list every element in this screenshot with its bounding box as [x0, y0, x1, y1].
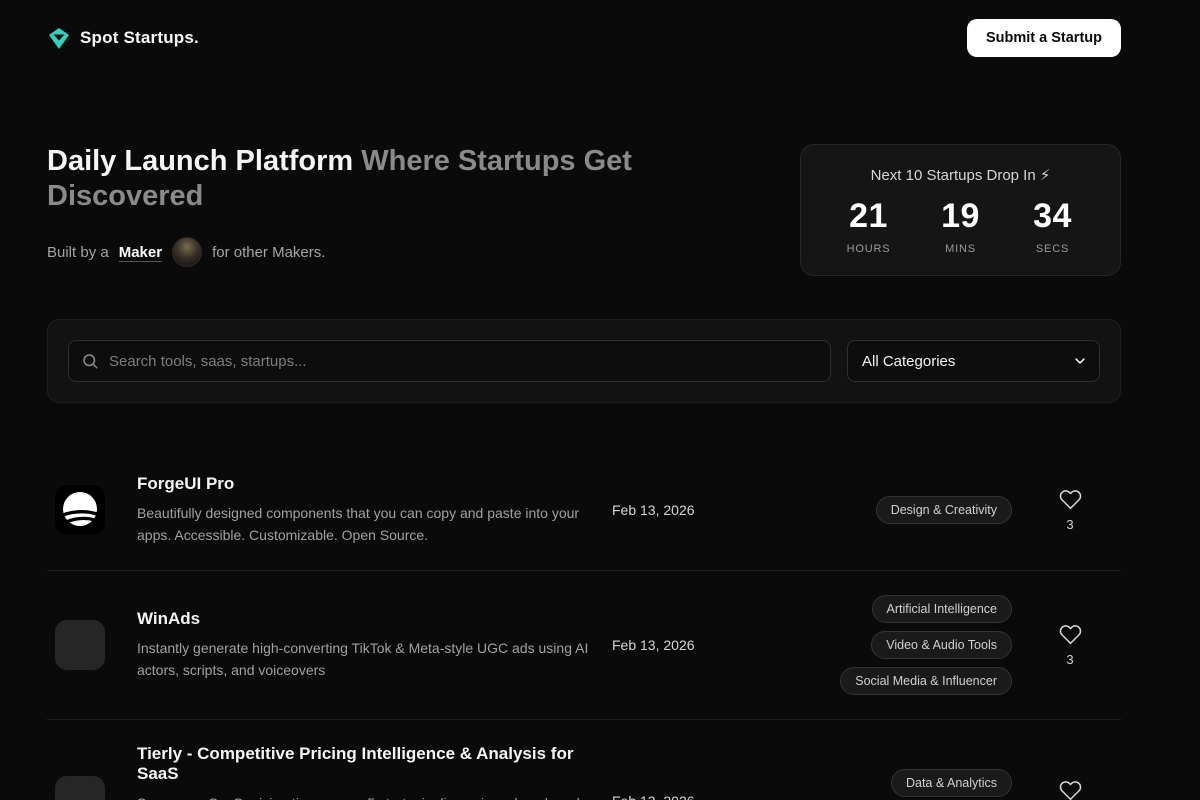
startup-text: Tierly - Competitive Pricing Intelligenc…	[137, 744, 592, 800]
hero-section: Daily Launch Platform Where Startups Get…	[47, 144, 1121, 276]
heart-icon	[1059, 488, 1082, 514]
tag-social-media-influencer[interactable]: Social Media & Influencer	[840, 667, 1012, 695]
startup-date: Feb 13, 2026	[612, 793, 762, 800]
countdown-hours-label: HOURS	[836, 243, 902, 255]
gem-logo-icon	[47, 26, 71, 50]
search-input[interactable]	[68, 340, 831, 382]
tierly-logo	[55, 776, 105, 800]
countdown-mins-label: MINS	[928, 243, 994, 255]
tag-design-creativity[interactable]: Design & Creativity	[876, 496, 1012, 524]
forgeui-pro-logo	[55, 485, 105, 535]
startup-tags: Artificial Intelligence Video & Audio To…	[762, 595, 1040, 695]
brand-name: Spot Startups.	[80, 28, 199, 48]
maker-avatar	[172, 237, 202, 267]
built-by-line: Built by a Maker for other Makers.	[47, 237, 667, 267]
page-title-primary: Daily Launch Platform	[47, 145, 353, 177]
like-button[interactable]: 3	[1040, 488, 1100, 532]
startup-tags: Design & Creativity	[762, 496, 1040, 524]
startup-row-forgeui-pro[interactable]: ForgeUI Pro Beautifully designed compone…	[47, 450, 1121, 571]
startup-row-tierly[interactable]: Tierly - Competitive Pricing Intelligenc…	[47, 720, 1121, 800]
countdown-title: Next 10 Startups Drop In ⚡	[801, 166, 1120, 184]
heart-icon	[1059, 779, 1082, 800]
startup-name: ForgeUI Pro	[137, 474, 592, 494]
startup-date: Feb 13, 2026	[612, 502, 762, 518]
startup-date: Feb 13, 2026	[612, 637, 762, 653]
startup-text: WinAds Instantly generate high-convertin…	[137, 609, 592, 681]
countdown-card: Next 10 Startups Drop In ⚡ 21 HOURS 19 M…	[800, 144, 1121, 276]
startup-text: ForgeUI Pro Beautifully designed compone…	[137, 474, 592, 546]
built-by-suffix: for other Makers.	[212, 244, 325, 261]
like-count: 3	[1066, 517, 1073, 532]
startup-description: Beautifully designed components that you…	[137, 503, 592, 546]
category-select[interactable]: All Categories	[847, 340, 1100, 382]
submit-startup-button[interactable]: Submit a Startup	[967, 19, 1121, 57]
startup-row-winads[interactable]: WinAds Instantly generate high-convertin…	[47, 571, 1121, 720]
like-button[interactable]: 2	[1040, 779, 1100, 800]
search-field-wrapper	[68, 340, 831, 382]
like-count: 3	[1066, 652, 1073, 667]
countdown-secs: 34 SECS	[1020, 197, 1086, 255]
tag-video-audio-tools[interactable]: Video & Audio Tools	[871, 631, 1012, 659]
startup-tags: Data & Analytics Business & Productivity	[762, 769, 1040, 800]
like-button[interactable]: 3	[1040, 623, 1100, 667]
startup-description: Instantly generate high-converting TikTo…	[137, 638, 592, 681]
countdown-hours: 21 HOURS	[836, 197, 902, 255]
brand-link[interactable]: Spot Startups.	[47, 26, 199, 50]
category-select-wrapper: All Categories	[847, 340, 1100, 382]
countdown-units: 21 HOURS 19 MINS 34 SECS	[801, 197, 1120, 255]
winads-logo	[55, 620, 105, 670]
page-title: Daily Launch Platform Where Startups Get…	[47, 144, 667, 214]
countdown-secs-label: SECS	[1020, 243, 1086, 255]
tag-artificial-intelligence[interactable]: Artificial Intelligence	[872, 595, 1012, 623]
startup-list: ForgeUI Pro Beautifully designed compone…	[47, 450, 1121, 800]
search-bar-card: All Categories	[47, 319, 1121, 403]
countdown-mins-value: 19	[928, 197, 994, 236]
tag-data-analytics[interactable]: Data & Analytics	[891, 769, 1012, 797]
countdown-mins: 19 MINS	[928, 197, 994, 255]
heart-icon	[1059, 623, 1082, 649]
startup-name: Tierly - Competitive Pricing Intelligenc…	[137, 744, 592, 784]
countdown-hours-value: 21	[836, 197, 902, 236]
maker-link[interactable]: Maker	[119, 244, 162, 261]
header: Spot Startups. Submit a Startup	[47, 0, 1121, 57]
search-icon	[81, 352, 99, 375]
countdown-secs-value: 34	[1020, 197, 1086, 236]
hero-text: Daily Launch Platform Where Startups Get…	[47, 144, 667, 267]
startup-name: WinAds	[137, 609, 592, 629]
startup-description: Score your SaaS pricing tiers across 5 s…	[137, 793, 592, 800]
built-by-prefix: Built by a	[47, 244, 109, 261]
